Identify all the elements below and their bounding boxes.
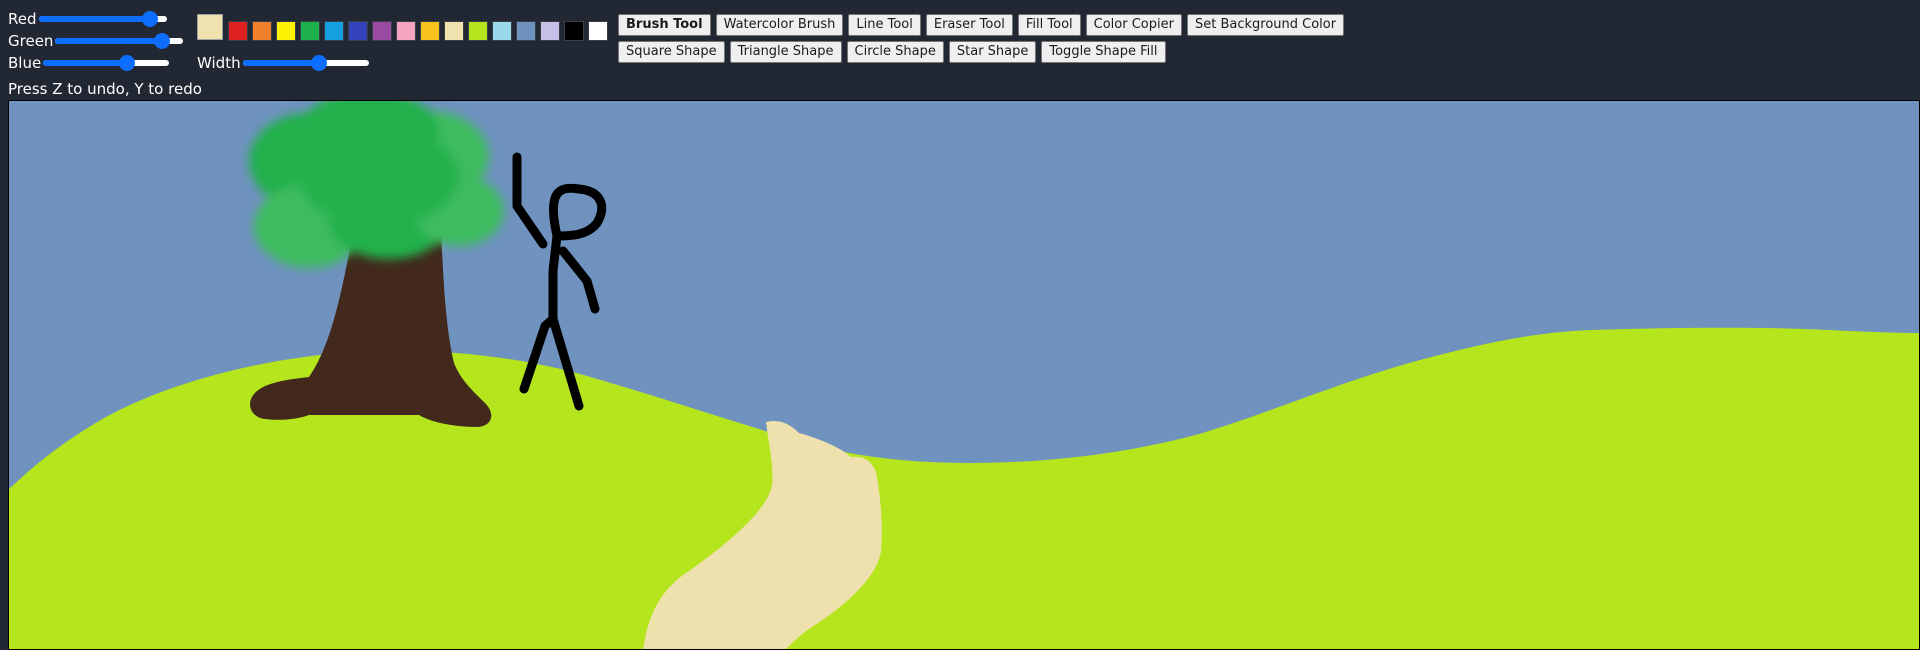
line-tool-button[interactable]: Line Tool: [848, 14, 921, 36]
blue-slider-label: Blue: [8, 53, 42, 72]
swatch-black[interactable]: [564, 21, 584, 41]
slider-thumb[interactable]: [310, 55, 327, 71]
slider-fill: [242, 60, 319, 66]
swatch-purple[interactable]: [372, 21, 392, 41]
drawing-canvas[interactable]: [8, 100, 1920, 650]
swatch-blue[interactable]: [348, 21, 368, 41]
swatch-white[interactable]: [588, 21, 608, 41]
triangle-shape-button[interactable]: Triangle Shape: [729, 41, 842, 63]
watercolor-brush-button[interactable]: Watercolor Brush: [715, 14, 844, 36]
brush-tool-button[interactable]: Brush Tool: [618, 14, 711, 36]
swatch-light-blue[interactable]: [492, 21, 512, 41]
slider-thumb[interactable]: [154, 33, 171, 49]
width-slider-row: Width: [197, 52, 369, 74]
foliage-blob: [299, 126, 459, 226]
red-slider[interactable]: [38, 8, 167, 30]
slider-fill: [38, 16, 150, 22]
drawing-surface[interactable]: [9, 101, 1920, 650]
swatch-tan[interactable]: [444, 21, 464, 41]
undo-redo-hint: Press Z to undo, Y to redo: [8, 80, 202, 98]
red-slider-label: Red: [8, 9, 37, 28]
fill-tool-button[interactable]: Fill Tool: [1017, 14, 1081, 36]
stick-figure-body: [548, 231, 562, 324]
tool-buttons: Brush Tool Watercolor Brush Line Tool Erase…: [618, 14, 1345, 36]
toggle-shape-fill-button[interactable]: Toggle Shape Fill: [1041, 41, 1166, 63]
swatch-pink[interactable]: [396, 21, 416, 41]
red-slider-row: Red: [8, 8, 167, 30]
swatch-steel-blue[interactable]: [516, 21, 536, 41]
width-slider-label: Width: [197, 53, 241, 72]
slider-thumb[interactable]: [118, 55, 135, 71]
swatch-green[interactable]: [300, 21, 320, 41]
color-copier-button[interactable]: Color Copier: [1085, 14, 1182, 36]
slider-fill: [55, 38, 163, 44]
swatch-lavender[interactable]: [540, 21, 560, 41]
width-slider[interactable]: [242, 52, 369, 74]
eraser-tool-button[interactable]: Eraser Tool: [925, 14, 1013, 36]
swatch-yellow[interactable]: [276, 21, 296, 41]
green-slider-row: Green: [8, 30, 184, 52]
green-slider-label: Green: [8, 31, 54, 50]
shape-buttons: Square Shape Triangle Shape Circle Shape St…: [618, 41, 1166, 63]
current-color-preview: [197, 14, 223, 40]
tree-foliage: [249, 101, 504, 268]
blue-slider-row: Blue: [8, 52, 170, 74]
slider-thumb[interactable]: [141, 11, 158, 27]
swatch-red[interactable]: [228, 21, 248, 41]
swatch-sky-blue[interactable]: [324, 21, 344, 41]
swatch-orange[interactable]: [252, 21, 272, 41]
color-palette: [228, 21, 608, 41]
star-shape-button[interactable]: Star Shape: [948, 41, 1037, 63]
blue-slider[interactable]: [43, 52, 170, 74]
set-background-color-button[interactable]: Set Background Color: [1186, 14, 1345, 36]
square-shape-button[interactable]: Square Shape: [618, 41, 725, 63]
slider-fill: [43, 60, 127, 66]
swatch-gold[interactable]: [420, 21, 440, 41]
circle-shape-button[interactable]: Circle Shape: [846, 41, 944, 63]
swatch-lime[interactable]: [468, 21, 488, 41]
green-slider[interactable]: [55, 30, 184, 52]
